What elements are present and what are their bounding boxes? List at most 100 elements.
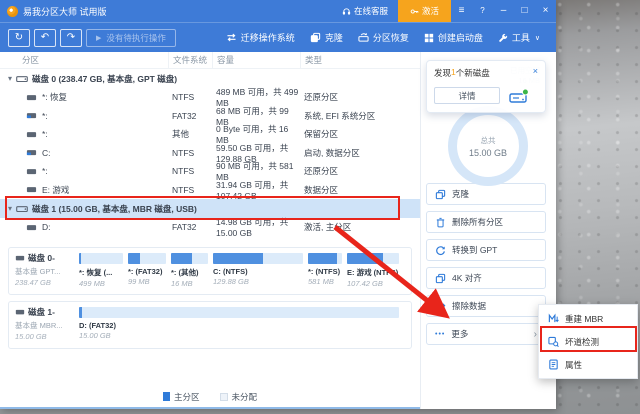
app-title: 易我分区大师 试用版 — [23, 5, 107, 18]
segment-label: C: (NTFS) — [213, 267, 303, 276]
properties-label: 属性 — [565, 359, 582, 371]
partition-capacity: 31.94 GB 可用，共 107.42 GB — [212, 179, 300, 201]
redo-button[interactable]: ↷ — [60, 29, 82, 47]
disk1-label: 磁盘 1 (15.00 GB, 基本盘, MBR 磁盘, USB) — [32, 203, 197, 215]
more-submenu: 重建 MBR 坏道检测 属性 — [538, 304, 638, 379]
disk0-map-card[interactable]: 磁盘 0- 基本盘 GPT... 238.47 GB *: 恢复 (... 49… — [8, 247, 412, 295]
disk1-map-card[interactable]: 磁盘 1- 基本盘 MBR... 15.00 GB D: (FAT32) 15.… — [8, 301, 412, 349]
table-row[interactable]: *: 恢复 NTFS 489 MB 可用，共 499 MB 还原分区 — [0, 88, 420, 107]
partition-type: 系统, EFI 系统分区 — [300, 110, 420, 122]
pending-operations-button[interactable]: ▶ 没有待执行操作 — [86, 29, 176, 47]
key-icon — [410, 7, 419, 16]
partition-fs: NTFS — [168, 185, 212, 195]
erase-icon — [435, 301, 446, 312]
map-segment[interactable]: *: 恢复 (... 499 MB — [79, 253, 123, 290]
partition-name: *: — [42, 129, 48, 139]
map-segment[interactable]: *: (NTFS) 581 MB — [308, 253, 342, 290]
table-row[interactable]: *: 其他 0 Byte 可用，共 16 MB 保留分区 — [0, 125, 420, 144]
clone-label: 克隆 — [325, 31, 343, 44]
migrate-os-button[interactable]: 迁移操作系统 — [226, 31, 295, 44]
legend-unallocated: 未分配 — [220, 391, 258, 403]
online-service-button[interactable]: 在线客服 — [342, 5, 388, 17]
segment-track — [347, 253, 399, 264]
play-icon: ▶ — [96, 34, 101, 42]
create-boot-disk-button[interactable]: 创建启动盘 — [424, 31, 483, 44]
clone-disk-button[interactable]: 克隆 — [426, 183, 546, 205]
help-icon[interactable]: ? — [472, 0, 493, 22]
disk0-map-info: 磁盘 0- 基本盘 GPT... 238.47 GB — [15, 252, 71, 290]
collapse-chevron-icon[interactable]: ▾ — [8, 204, 12, 213]
maximize-button[interactable]: □ — [514, 0, 535, 22]
migrate-os-label: 迁移操作系统 — [241, 31, 295, 44]
undo-button[interactable]: ↶ — [34, 29, 56, 47]
segment-size: 499 MB — [79, 279, 123, 288]
table-row[interactable]: C: NTFS 59.50 GB 可用，共 129.88 GB 启动, 数据分区 — [0, 144, 420, 163]
disk-usage-donut: 总共 15.00 GB — [448, 106, 528, 186]
pending-operations-label: 没有待执行操作 — [106, 32, 166, 44]
activate-label: 激活 — [422, 5, 439, 17]
partition-recovery-button[interactable]: 分区恢复 — [358, 31, 409, 44]
clone-disk-label: 克隆 — [452, 188, 469, 200]
partition-capacity: 14.98 GB 可用，共 15.00 GB — [212, 216, 300, 238]
table-row[interactable]: *: FAT32 68 MB 可用，共 99 MB 系统, EFI 系统分区 — [0, 107, 420, 126]
minimize-button[interactable]: – — [493, 0, 514, 22]
4k-align-icon — [435, 273, 446, 284]
table-row[interactable]: E: 游戏 NTFS 31.94 GB 可用，共 107.42 GB 数据分区 — [0, 181, 420, 200]
partition-fs: NTFS — [168, 166, 212, 176]
segment-fill — [347, 253, 383, 264]
clone-button[interactable]: 克隆 — [310, 31, 343, 44]
hdd-icon — [16, 203, 28, 215]
close-icon[interactable]: × — [533, 67, 538, 79]
activate-button[interactable]: 激活 — [398, 0, 451, 22]
map-segment[interactable]: E: 游戏 (NTFS) 107.42 GB — [347, 253, 399, 290]
disk1-group-row-selected[interactable]: ▾ 磁盘 1 (15.00 GB, 基本盘, MBR 磁盘, USB) — [0, 199, 420, 218]
collapse-chevron-icon[interactable]: ▾ — [8, 74, 12, 83]
segment-label: D: (FAT32) — [79, 321, 399, 330]
disk0-map-name: 磁盘 0- — [28, 252, 55, 264]
rebuild-mbr-item[interactable]: 重建 MBR — [539, 307, 637, 330]
more-button[interactable]: ••• 更多 › — [426, 323, 546, 345]
partition-table-area: 分区 文件系统 容量 类型 ▾ 磁盘 0 (238.47 GB, 基本盘, GP… — [0, 52, 420, 409]
refresh-button[interactable]: ↻ — [8, 29, 30, 47]
delete-all-partitions-button[interactable]: 删除所有分区 — [426, 211, 546, 233]
disk1-map-kind: 基本盘 MBR... — [15, 320, 71, 331]
hdd-icon — [15, 307, 25, 317]
window-body: 分区 文件系统 容量 类型 ▾ 磁盘 0 (238.47 GB, 基本盘, GP… — [0, 52, 556, 409]
segment-size: 16 MB — [171, 279, 208, 288]
segment-track — [128, 253, 166, 264]
segment-label: *: 恢复 (... — [79, 267, 123, 278]
partition-fs: NTFS — [168, 148, 212, 158]
segment-fill — [79, 307, 82, 318]
table-row[interactable]: D: FAT32 14.98 GB 可用，共 15.00 GB 激活, 主分区 — [0, 218, 420, 237]
bad-sector-check-item[interactable]: 坏道检测 — [539, 330, 637, 353]
partition-flag-icon — [26, 110, 37, 121]
segment-label: *: (其他) — [171, 267, 208, 278]
segment-label: E: 游戏 (NTFS) — [347, 267, 399, 278]
close-button[interactable]: × — [535, 0, 556, 22]
wipe-data-button[interactable]: 擦除数据 — [426, 295, 546, 317]
partition-name: E: 游戏 — [42, 184, 69, 196]
map-segment[interactable]: *: (FAT32) 99 MB — [128, 253, 166, 290]
disk1-map-info: 磁盘 1- 基本盘 MBR... 15.00 GB — [15, 306, 71, 344]
details-button[interactable]: 详情 — [434, 87, 500, 104]
migrate-icon — [226, 32, 237, 43]
map-segment[interactable]: D: (FAT32) 15.00 GB — [79, 307, 399, 344]
partition-fs: FAT32 — [168, 222, 212, 232]
map-segment[interactable]: C: (NTFS) 129.88 GB — [213, 253, 303, 290]
convert-to-gpt-button[interactable]: 转换到 GPT — [426, 239, 546, 261]
segment-fill — [213, 253, 263, 264]
chevron-right-icon: › — [534, 329, 537, 340]
notification-title: 发现 — [434, 67, 451, 79]
map-segment[interactable]: *: (其他) 16 MB — [171, 253, 208, 290]
disk0-map-bars: *: 恢复 (... 499 MB *: (FAT32) 99 MB *: (其… — [79, 252, 405, 290]
tools-menu-button[interactable]: 工具 ∨ — [498, 31, 540, 44]
disk0-group-row[interactable]: ▾ 磁盘 0 (238.47 GB, 基本盘, GPT 磁盘) — [0, 69, 420, 88]
legend-primary-label: 主分区 — [174, 391, 200, 403]
wrench-icon — [498, 33, 508, 43]
segment-size: 107.42 GB — [347, 279, 399, 288]
properties-item[interactable]: 属性 — [539, 353, 637, 376]
menu-icon[interactable]: ≡ — [451, 0, 472, 22]
new-disk-icon — [509, 88, 529, 104]
4k-align-button[interactable]: 4K 对齐 — [426, 267, 546, 289]
table-row[interactable]: *: NTFS 90 MB 可用，共 581 MB 还原分区 — [0, 162, 420, 181]
